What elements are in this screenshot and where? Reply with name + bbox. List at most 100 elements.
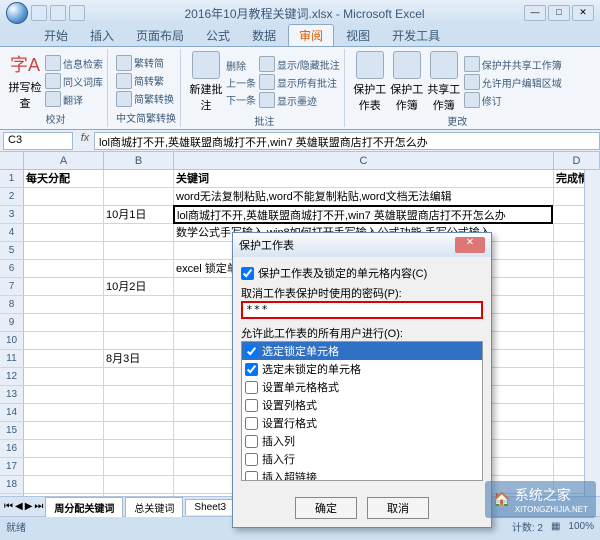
tab-developer[interactable]: 开发工具 bbox=[382, 25, 450, 46]
cell[interactable] bbox=[104, 458, 174, 475]
tab-formulas[interactable]: 公式 bbox=[196, 25, 240, 46]
permission-checkbox[interactable] bbox=[245, 471, 258, 482]
sheet-tab-1[interactable]: 周分配关键词 bbox=[45, 497, 123, 517]
permission-checkbox[interactable] bbox=[245, 435, 258, 448]
permission-checkbox[interactable] bbox=[245, 453, 258, 466]
permission-checkbox[interactable] bbox=[245, 399, 258, 412]
cell[interactable] bbox=[104, 332, 174, 349]
cell[interactable]: 10月1日 bbox=[104, 206, 174, 223]
row-header[interactable]: 10 bbox=[0, 332, 24, 349]
permissions-list[interactable]: 选定锁定单元格选定未锁定的单元格设置单元格格式设置列格式设置行格式插入列插入行插… bbox=[241, 341, 483, 481]
row-header[interactable]: 7 bbox=[0, 278, 24, 295]
sheet-tab-3[interactable]: Sheet3 bbox=[185, 499, 235, 515]
spellcheck-button[interactable]: 字A 拼写检查 bbox=[8, 51, 42, 111]
trad-to-simp-button[interactable]: 繁转简 bbox=[116, 55, 174, 71]
permission-item[interactable]: 选定未锁定的单元格 bbox=[242, 360, 482, 378]
cell[interactable] bbox=[104, 314, 174, 331]
cell[interactable] bbox=[24, 422, 104, 439]
permission-checkbox[interactable] bbox=[245, 417, 258, 430]
row-header[interactable]: 13 bbox=[0, 386, 24, 403]
permission-item[interactable]: 选定锁定单元格 bbox=[242, 342, 482, 360]
undo-icon[interactable] bbox=[50, 5, 66, 21]
cell[interactable] bbox=[24, 368, 104, 385]
protect-sheet-button[interactable]: 保护工作表 bbox=[353, 51, 387, 113]
permission-item[interactable]: 插入列 bbox=[242, 432, 482, 450]
toggle-comment-button[interactable]: 显示/隐藏批注 bbox=[259, 56, 340, 72]
cell[interactable] bbox=[104, 296, 174, 313]
cell[interactable] bbox=[104, 422, 174, 439]
row-header[interactable]: 15 bbox=[0, 422, 24, 439]
next-comment-button[interactable]: 下一条 bbox=[226, 92, 256, 107]
prev-comment-button[interactable]: 上一条 bbox=[226, 75, 256, 90]
permission-item[interactable]: 设置单元格格式 bbox=[242, 378, 482, 396]
tab-layout[interactable]: 页面布局 bbox=[126, 25, 194, 46]
tab-home[interactable]: 开始 bbox=[34, 25, 78, 46]
maximize-button[interactable]: □ bbox=[548, 5, 570, 21]
row-header[interactable]: 12 bbox=[0, 368, 24, 385]
cell[interactable]: 8月5日 bbox=[104, 494, 174, 496]
tab-view[interactable]: 视图 bbox=[336, 25, 380, 46]
save-icon[interactable] bbox=[31, 5, 47, 21]
ok-button[interactable]: 确定 bbox=[295, 497, 357, 519]
permission-checkbox[interactable] bbox=[245, 363, 258, 376]
cell[interactable] bbox=[24, 476, 104, 493]
name-box[interactable]: C3 bbox=[3, 132, 73, 150]
delete-comment-button[interactable]: 删除 bbox=[226, 58, 256, 73]
permission-checkbox[interactable] bbox=[245, 345, 258, 358]
cell[interactable] bbox=[24, 242, 104, 259]
cell[interactable] bbox=[24, 260, 104, 277]
row-header[interactable]: 11 bbox=[0, 350, 24, 367]
cell[interactable] bbox=[104, 386, 174, 403]
cell[interactable] bbox=[104, 440, 174, 457]
permission-item[interactable]: 插入超链接 bbox=[242, 468, 482, 481]
close-button[interactable]: ✕ bbox=[572, 5, 594, 21]
cell[interactable] bbox=[24, 350, 104, 367]
tab-review[interactable]: 审阅 bbox=[288, 24, 334, 46]
col-c[interactable]: C bbox=[174, 152, 554, 169]
cell[interactable] bbox=[24, 224, 104, 241]
permission-item[interactable]: 设置列格式 bbox=[242, 396, 482, 414]
cell[interactable] bbox=[24, 206, 104, 223]
col-a[interactable]: A bbox=[24, 152, 104, 169]
cell[interactable] bbox=[104, 476, 174, 493]
protect-share-button[interactable]: 保护并共享工作簿 bbox=[464, 56, 562, 72]
tab-insert[interactable]: 插入 bbox=[80, 25, 124, 46]
redo-icon[interactable] bbox=[69, 5, 85, 21]
sheet-nav-next-icon[interactable]: ▶ bbox=[25, 501, 33, 512]
cell[interactable]: 8月3日 bbox=[104, 350, 174, 367]
simp-to-trad-button[interactable]: 简转繁 bbox=[116, 73, 174, 89]
sheet-nav-last-icon[interactable]: ⏭ bbox=[34, 501, 43, 512]
row-header[interactable]: 17 bbox=[0, 458, 24, 475]
translate-button[interactable]: 翻译 bbox=[45, 91, 103, 107]
thesaurus-button[interactable]: 同义词库 bbox=[45, 73, 103, 89]
office-orb-icon[interactable] bbox=[6, 2, 28, 24]
row-header[interactable]: 2 bbox=[0, 188, 24, 205]
cell[interactable] bbox=[24, 440, 104, 457]
cell[interactable] bbox=[24, 314, 104, 331]
row-header[interactable]: 8 bbox=[0, 296, 24, 313]
cell[interactable] bbox=[104, 368, 174, 385]
row-header[interactable]: 1 bbox=[0, 170, 24, 187]
cell[interactable] bbox=[24, 494, 104, 496]
cell[interactable] bbox=[24, 332, 104, 349]
cell[interactable] bbox=[104, 188, 174, 205]
fx-icon[interactable]: fx bbox=[76, 132, 94, 150]
row-header[interactable]: 3 bbox=[0, 206, 24, 223]
show-ink-button[interactable]: 显示墨迹 bbox=[259, 92, 340, 108]
share-workbook-button[interactable]: 共享工作簿 bbox=[427, 51, 461, 113]
col-b[interactable]: B bbox=[104, 152, 174, 169]
col-d[interactable]: D bbox=[554, 152, 600, 169]
zoom-level[interactable]: 100% bbox=[568, 521, 594, 532]
track-changes-button[interactable]: 修订 bbox=[464, 92, 562, 108]
cell[interactable] bbox=[104, 404, 174, 421]
row-header[interactable]: 14 bbox=[0, 404, 24, 421]
sheet-tab-2[interactable]: 总关键词 bbox=[125, 497, 183, 517]
protect-contents-checkbox[interactable]: 保护工作表及锁定的单元格内容(C) bbox=[241, 265, 483, 281]
cell[interactable]: word无法复制粘贴,word不能复制粘贴,word文档无法编辑 bbox=[174, 188, 554, 205]
row-header[interactable]: 5 bbox=[0, 242, 24, 259]
permission-item[interactable]: 插入行 bbox=[242, 450, 482, 468]
protect-contents-input[interactable] bbox=[241, 267, 254, 280]
vertical-scrollbar[interactable] bbox=[584, 170, 600, 496]
cell[interactable] bbox=[104, 224, 174, 241]
cell[interactable] bbox=[24, 278, 104, 295]
